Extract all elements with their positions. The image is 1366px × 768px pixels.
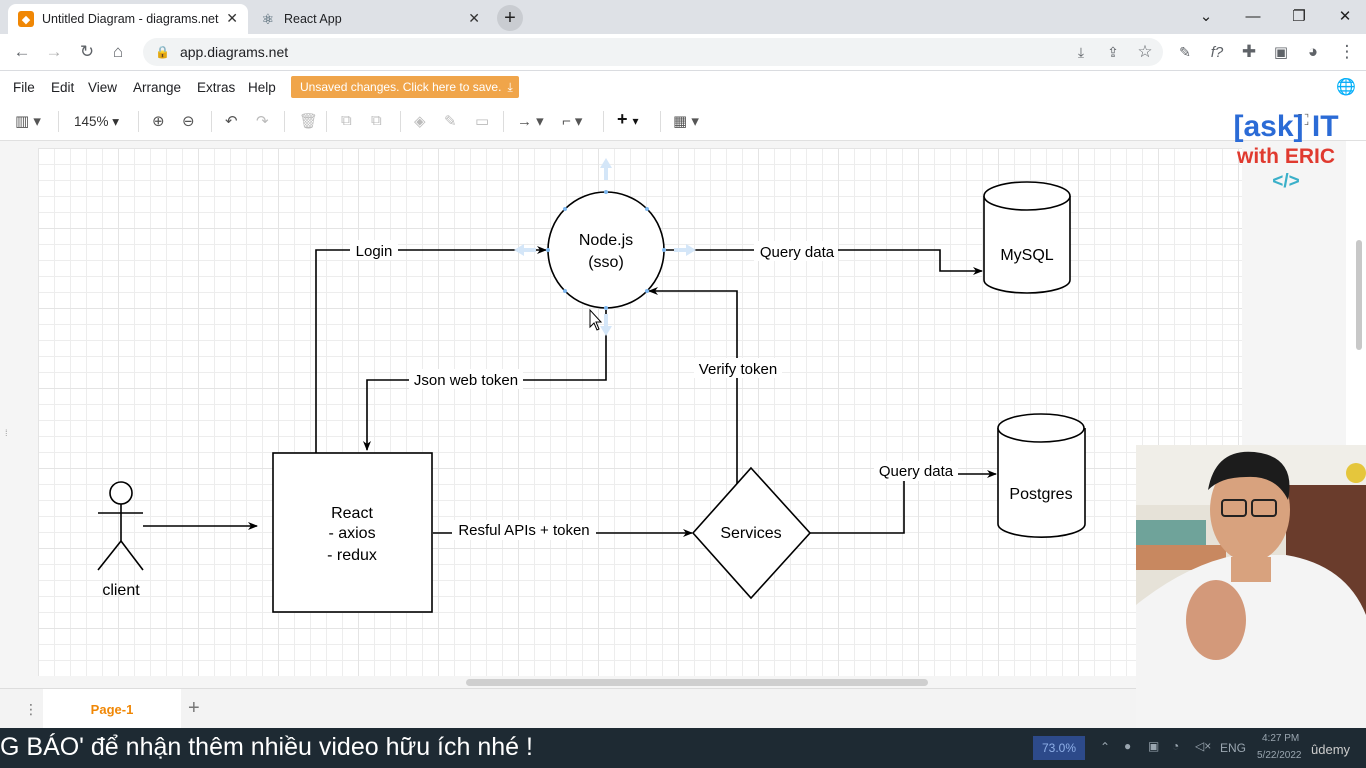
clock-time: 4:27 PM <box>1262 733 1300 744</box>
logo-title: [ask] IT <box>1233 110 1339 143</box>
node-postgres-label: Postgres <box>1009 486 1072 503</box>
resize-handle[interactable] <box>604 190 608 194</box>
edge-login-label[interactable]: Login <box>356 243 393 260</box>
node-react-line2: - axios <box>328 525 375 542</box>
resize-handle[interactable] <box>645 289 649 293</box>
udemy-watermark: ûdemy <box>1311 742 1351 757</box>
edge-rest-label[interactable]: Resful APIs + token <box>458 522 589 539</box>
resize-handle[interactable] <box>604 306 608 310</box>
mouse-cursor-icon <box>589 308 603 331</box>
handle-arrow-up-icon[interactable] <box>600 158 612 180</box>
edge-query-postgres[interactable] <box>810 470 997 534</box>
edge-login[interactable] <box>315 246 547 453</box>
pages-menu-icon[interactable]: ⋮ <box>24 701 38 718</box>
microphone-icon[interactable]: ● <box>1124 739 1131 753</box>
node-react-label: React <box>331 505 373 522</box>
node-client-label: client <box>102 582 140 599</box>
handle-arrow-left-icon[interactable] <box>514 244 536 256</box>
tray-chevron-icon[interactable]: ⌃ <box>1100 740 1110 754</box>
page-tab-label: Page-1 <box>90 701 134 717</box>
node-mysql-shape[interactable] <box>983 181 1071 294</box>
logo-subtitle: with ERIC <box>1237 145 1335 168</box>
wifi-icon[interactable]: ◔ <box>1172 739 1179 753</box>
handle-arrow-down-icon[interactable] <box>600 314 612 336</box>
edge-verify-label[interactable]: Verify token <box>699 361 777 378</box>
node-services-label: Services <box>720 525 781 542</box>
node-postgres-shape[interactable] <box>997 413 1086 538</box>
tab-page-1[interactable]: Page-1 <box>43 689 181 729</box>
node-mysql-label: MySQL <box>1000 247 1053 264</box>
clock-date: 5/22/2022 <box>1257 750 1302 761</box>
handle-arrow-right-icon[interactable] <box>674 244 696 256</box>
node-nodejs-sublabel: (sso) <box>588 254 624 271</box>
resize-handle[interactable] <box>563 289 567 293</box>
edge-query-mysql-label[interactable]: Query data <box>760 244 835 261</box>
video-subtitle: G BÁO' để nhận thêm nhiều video hữu ích … <box>0 733 533 761</box>
tray-app-icon[interactable]: ▣ <box>1148 739 1159 753</box>
node-react-line3: - redux <box>327 547 377 564</box>
edge-verify-token[interactable] <box>648 287 738 484</box>
edge-jwt-label[interactable]: Json web token <box>414 372 518 389</box>
resize-handle[interactable] <box>546 248 550 252</box>
logo-code-tag: </> <box>1272 171 1300 192</box>
volume-indicator: 73.0% <box>1033 736 1085 760</box>
node-client-actor-icon[interactable] <box>97 481 144 571</box>
add-page-button[interactable]: + <box>188 697 200 720</box>
node-nodejs-label: Node.js <box>579 232 633 249</box>
language-indicator[interactable]: ENG <box>1220 741 1246 755</box>
resize-handle[interactable] <box>563 207 567 211</box>
channel-logo: [ask] IT with ERIC </> <box>1226 110 1346 194</box>
resize-handle[interactable] <box>645 207 649 211</box>
edge-query-postgres-label[interactable]: Query data <box>879 463 954 480</box>
webcam-frame <box>1136 445 1366 728</box>
resize-handle[interactable] <box>662 248 666 252</box>
webcam-video <box>1136 445 1366 728</box>
speaker-muted-icon[interactable]: ◁× <box>1195 739 1211 753</box>
